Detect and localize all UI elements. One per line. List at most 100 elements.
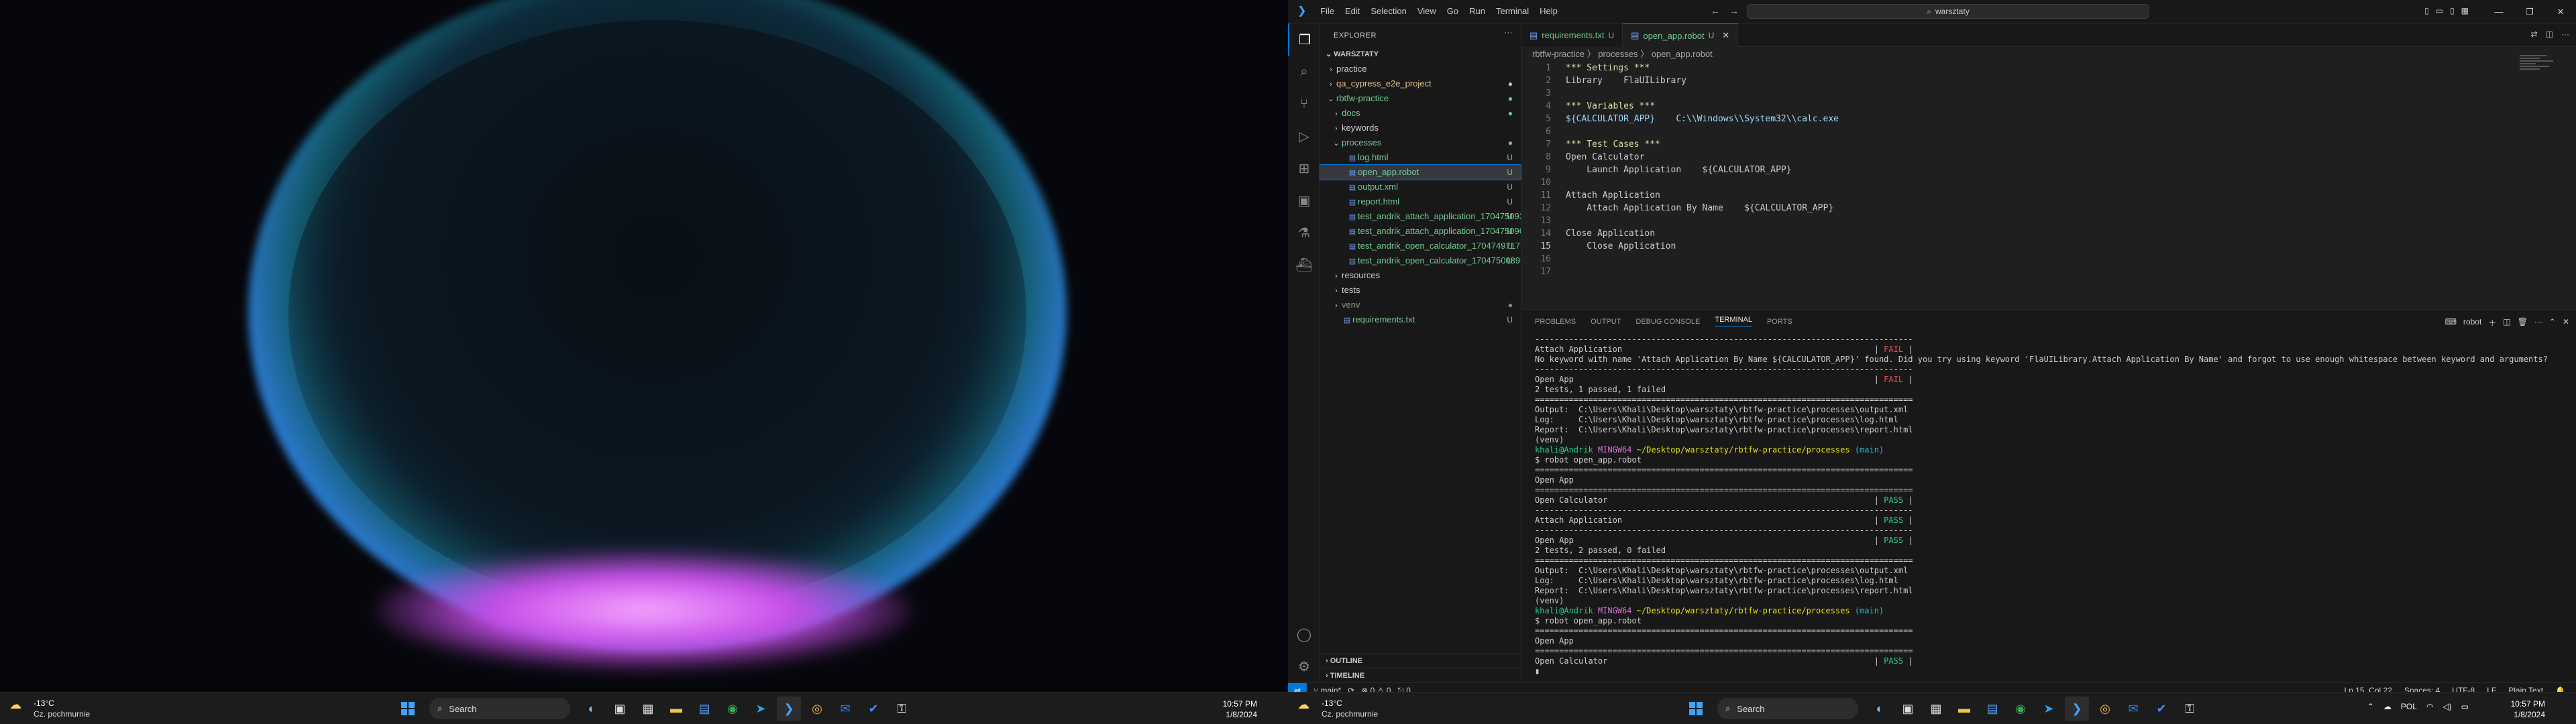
docker-icon[interactable]: ⛴ [1288,249,1320,281]
terminal-output[interactable]: ----------------------------------------… [1535,335,2568,676]
folder-item[interactable]: › resources [1320,268,1521,283]
battery-icon[interactable]: ▭ [2461,702,2469,711]
new-terminal-icon[interactable]: ＋ [2488,317,2496,328]
toggle-secondary-sidebar-icon[interactable]: ▯ [2450,6,2455,15]
start-button[interactable] [1684,697,1708,721]
accounts-icon[interactable]: ◯ [1288,618,1320,650]
panel-tab-problems[interactable]: PROBLEMS [1535,318,1576,326]
file-item[interactable]: ▤test_andrik_open_calculator_17047497173… [1320,239,1521,253]
wifi-icon[interactable]: ◠ [2426,702,2433,711]
folder-item[interactable]: › docs ● [1320,106,1521,121]
menu-item-terminal[interactable]: Terminal [1491,6,1534,16]
more-actions-icon[interactable]: ··· [2561,29,2569,39]
task-view-icon[interactable]: ▣ [1896,697,1920,721]
folder-item[interactable]: › venv ● [1320,298,1521,312]
vpn-icon[interactable]: ⚿ [2178,697,2202,721]
split-terminal-icon[interactable]: ◫ [2503,317,2510,328]
volume-icon[interactable]: ◁) [2443,702,2451,711]
file-explorer-icon[interactable]: ▬ [1952,697,1976,721]
store-icon[interactable]: ▤ [1980,697,2004,721]
forward-arrow-icon[interactable]: → [1729,5,1739,16]
restore-icon[interactable]: ❐ [2514,7,2545,17]
onedrive-cloud-icon[interactable]: ☁ [2383,702,2392,711]
chrome-icon[interactable]: ◉ [720,697,745,721]
customize-layout-icon[interactable]: ▦ [2461,6,2469,15]
file-item[interactable]: ▤test_andrik_open_calculator_17047500896… [1320,253,1521,268]
terminal-name[interactable]: robot [2463,317,2481,328]
back-arrow-icon[interactable]: ← [1711,5,1720,16]
run-debug-icon[interactable]: ▷ [1288,120,1320,152]
breadcrumb[interactable]: rbtfw-practice 〉 processes 〉 open_app.ro… [1521,47,2576,62]
timeline-section[interactable]: › TIMELINE [1320,668,1521,682]
store-icon[interactable]: ▤ [692,697,716,721]
panel-tab-terminal[interactable]: TERMINAL [1715,316,1752,327]
menu-item-go[interactable]: Go [1442,6,1464,16]
close-icon[interactable]: ✕ [2545,7,2576,17]
outline-section[interactable]: › OUTLINE [1320,653,1521,668]
file-item[interactable]: ▤ log.html U [1320,150,1521,165]
explorer-icon[interactable]: ❐ [1288,23,1320,56]
copilot-icon[interactable]: ◐ [580,697,604,721]
file-item[interactable]: ▤ test_andrik_attach_application_17047509… [1320,224,1521,239]
menu-item-file[interactable]: File [1315,6,1340,16]
file-item[interactable]: ▤ test_andrik_attach_application_17047509… [1320,209,1521,224]
menu-item-help[interactable]: Help [1534,6,1563,16]
extensions-icon[interactable]: ⊞ [1288,152,1320,184]
telegram-icon[interactable]: ➤ [2037,697,2061,721]
settings-gear-icon[interactable]: ⚙ [1288,650,1320,682]
vscode-icon[interactable]: ❯ [777,697,801,721]
menu-item-selection[interactable]: Selection [1365,6,1411,16]
taskbar-search[interactable]: ⌕ Search [429,698,570,719]
folder-item[interactable]: › tests [1320,283,1521,298]
tab-open-app-robot[interactable]: ▤ open_app.robot U ✕ [1623,23,1739,47]
menu-item-edit[interactable]: Edit [1340,6,1365,16]
folder-item[interactable]: › qa_cypress_e2e_project ● [1320,76,1521,91]
vpn-icon[interactable]: ⚿ [890,697,914,721]
chrome-canary-icon[interactable]: ◎ [805,697,829,721]
clock[interactable]: 10:57 PM 1/8/2024 [1223,699,1257,720]
menu-item-run[interactable]: Run [1464,6,1491,16]
taskbar-search[interactable]: ⌕ Search [1717,698,1858,719]
file-explorer-icon[interactable]: ▬ [664,697,688,721]
more-actions-icon[interactable]: ··· [2534,317,2542,328]
minimap[interactable] [2520,54,2560,80]
chrome-canary-icon[interactable]: ◎ [2093,697,2117,721]
copilot-icon[interactable]: ◐ [1868,697,1892,721]
file-item[interactable]: ▤ requirements.txt U [1320,312,1521,327]
panel-tab-output[interactable]: OUTPUT [1591,318,1621,326]
folder-item[interactable]: ⌄ processes ● [1320,135,1521,150]
widgets-icon[interactable]: ▦ [636,697,660,721]
folder-item[interactable]: ⌄ rbtfw-practice ● [1320,91,1521,106]
chrome-icon[interactable]: ◉ [2008,697,2033,721]
code-editor[interactable]: 1 *** Settings *** 2 Library FlaUILibrary 3 4… [1521,62,2576,278]
vscode-icon[interactable]: ❯ [2065,697,2089,721]
close-panel-icon[interactable]: ✕ [2563,317,2569,328]
clock[interactable]: 10:57 PM 1/8/2024 [2511,699,2545,720]
more-actions-icon[interactable]: ··· [1505,29,1513,37]
split-editor-icon[interactable]: ◫ [2546,29,2553,39]
start-button[interactable] [396,697,420,721]
folder-item[interactable]: › keywords [1320,121,1521,135]
todo-icon[interactable]: ✔ [2149,697,2174,721]
panel-tab-ports[interactable]: PORTS [1767,318,1792,326]
panel-tab-debug-console[interactable]: DEBUG CONSOLE [1635,318,1700,326]
toggle-sidebar-icon[interactable]: ▯ [2424,6,2429,15]
task-view-icon[interactable]: ▣ [608,697,632,721]
remote-explorer-icon[interactable]: ▣ [1288,184,1320,217]
telegram-icon[interactable]: ➤ [749,697,773,721]
toggle-panel-icon[interactable]: ▭ [2436,6,2443,15]
language-indicator[interactable]: POL [2401,702,2417,711]
open-changes-icon[interactable]: ⇄ [2531,29,2538,39]
todo-icon[interactable]: ✔ [861,697,885,721]
file-item[interactable]: ▤ open_app.robot U [1320,164,1521,180]
workspace-header[interactable]: ⌄ WARSZTATY [1320,47,1521,62]
folder-item[interactable]: › practice [1320,62,1521,76]
widgets-icon[interactable]: ▦ [1924,697,1948,721]
search-icon[interactable]: ⌕ [1288,56,1320,88]
menu-item-view[interactable]: View [1412,6,1442,16]
testing-icon[interactable]: ⚗ [1288,217,1320,249]
minimize-icon[interactable]: — [2483,7,2514,17]
command-center[interactable]: ⌕ warsztaty [1747,4,2149,19]
file-item[interactable]: ▤ report.html U [1320,194,1521,209]
close-icon[interactable]: ✕ [1722,30,1729,41]
